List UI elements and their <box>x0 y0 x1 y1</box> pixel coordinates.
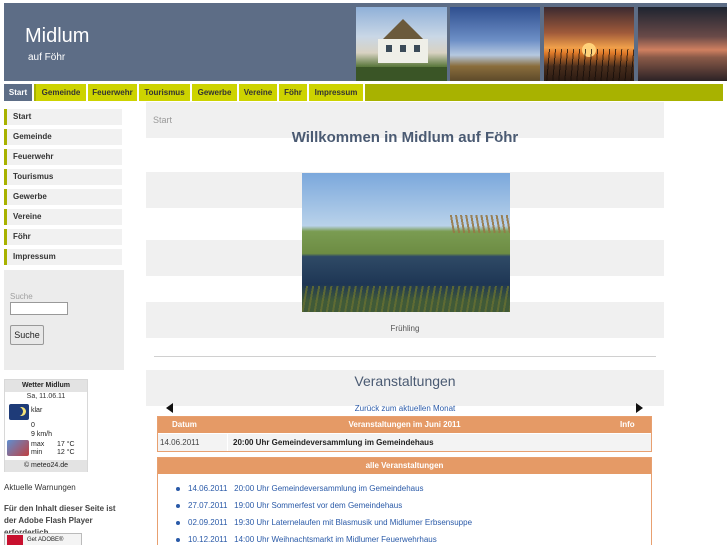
main-content: Start Willkommen in Midlum auf Föhr Früh… <box>146 102 664 545</box>
site-header: Midlum auf Föhr <box>4 3 727 81</box>
topnav-item-gemeinde[interactable]: Gemeinde <box>36 84 88 101</box>
column-header-info: Info <box>620 420 635 429</box>
adobe-flash-icon <box>7 535 23 545</box>
table-row[interactable]: 14.06.2011 20:00 Uhr Gemeindeversammlung… <box>158 434 651 451</box>
events-heading: Veranstaltungen <box>354 373 456 389</box>
warnings-link[interactable]: Aktuelle Warnungen <box>4 483 76 492</box>
bullet-icon <box>176 486 180 491</box>
event-text[interactable]: 19:00 Uhr Sommerfest vor dem Gemeindehau… <box>234 501 402 510</box>
weather-title[interactable]: Wetter Midlum <box>5 380 87 392</box>
list-item[interactable]: 14.06.2011 20:00 Uhr Gemeindeversammlung… <box>176 484 424 493</box>
back-to-current-month-link[interactable]: Zurück zum aktuellen Monat <box>146 404 664 413</box>
temperature-icon <box>7 440 29 456</box>
sidebar-item-foehr[interactable]: Föhr <box>4 229 122 245</box>
sidebar-item-gemeinde[interactable]: Gemeinde <box>4 129 122 145</box>
search-label: Suche <box>10 292 33 301</box>
month-events-title: Veranstaltungen im Juni 2011 <box>348 420 461 429</box>
event-text[interactable]: 14:00 Uhr Weihnachtsmarkt im Midlumer Fe… <box>234 535 437 544</box>
weather-min-label: min <box>31 449 43 456</box>
header-photo-dusk <box>638 7 727 81</box>
bullet-icon <box>176 503 180 508</box>
next-month-arrow-icon[interactable] <box>636 403 643 413</box>
search-panel: Suche Suche <box>4 270 124 370</box>
topnav-item-tourismus[interactable]: Tourismus <box>139 84 192 101</box>
topnav-item-vereine[interactable]: Vereine <box>239 84 279 101</box>
sidebar-item-feuerwehr[interactable]: Feuerwehr <box>4 149 122 165</box>
weather-min-value: 12 °C <box>57 449 75 456</box>
month-events-table: Veranstaltungen im Juni 2011 Datum Info … <box>157 416 652 452</box>
list-item[interactable]: 27.07.2011 19:00 Uhr Sommerfest vor dem … <box>176 501 402 510</box>
weather-wind-value: 0 <box>31 422 35 429</box>
sidebar-item-start[interactable]: Start <box>4 109 122 125</box>
event-text[interactable]: 20:00 Uhr Gemeindeversammlung im Gemeind… <box>234 484 423 493</box>
list-item[interactable]: 02.09.2011 19:30 Uhr Laternelaufen mit B… <box>176 518 472 527</box>
site-subtitle: auf Föhr <box>28 52 66 63</box>
weather-date: Sa, 11.06.11 <box>26 393 66 400</box>
column-header-date: Datum <box>172 420 197 429</box>
breadcrumb[interactable]: Start <box>153 115 172 125</box>
weather-wind-speed: 9 km/h <box>31 431 53 438</box>
pond-photo <box>302 173 510 312</box>
header-photo-sunset <box>544 7 634 81</box>
event-date: 27.07.2011 <box>188 501 228 510</box>
all-events-table: alle Veranstaltungen 14.06.2011 20:00 Uh… <box>157 457 652 545</box>
month-events-header: Veranstaltungen im Juni 2011 Datum Info <box>158 417 651 433</box>
search-button[interactable]: Suche <box>10 325 44 345</box>
get-flash-player-label: Get ADOBE® FLASH® PLAYER <box>27 537 64 543</box>
search-input[interactable] <box>10 302 68 315</box>
sidebar-item-impressum[interactable]: Impressum <box>4 249 122 265</box>
section-divider <box>154 356 656 357</box>
list-item[interactable]: 10.12.2011 14:00 Uhr Weihnachtsmarkt im … <box>176 535 437 544</box>
topnav-item-start[interactable]: Start <box>4 84 34 101</box>
sidebar-item-vereine[interactable]: Vereine <box>4 209 122 225</box>
weather-condition: klar <box>31 407 43 414</box>
bullet-icon <box>176 537 180 542</box>
page-title: Willkommen in Midlum auf Föhr <box>291 129 519 146</box>
weather-max-label: max <box>31 441 45 448</box>
topnav-item-foehr[interactable]: Föhr <box>279 84 309 101</box>
all-events-header: alle Veranstaltungen <box>158 458 651 474</box>
photo-caption: Frühling <box>390 324 420 333</box>
top-navigation: Start Gemeinde Feuerwehr Tourismus Gewer… <box>4 84 723 101</box>
topnav-item-feuerwehr[interactable]: Feuerwehr <box>88 84 139 101</box>
event-text[interactable]: 19:30 Uhr Laternelaufen mit Blasmusik un… <box>234 518 472 527</box>
header-photo-house <box>356 7 447 81</box>
topnav-item-gewerbe[interactable]: Gewerbe <box>192 84 239 101</box>
moon-icon <box>9 404 29 420</box>
get-flash-player-button[interactable]: Get ADOBE® FLASH® PLAYER <box>4 533 82 545</box>
event-date: 14.06.2011 <box>160 434 228 451</box>
sidebar-item-gewerbe[interactable]: Gewerbe <box>4 189 122 205</box>
event-date: 10.12.2011 <box>188 535 228 544</box>
weather-credit-link[interactable]: © meteo24.de <box>5 460 87 472</box>
event-title[interactable]: 20:00 Uhr Gemeindeversammlung im Gemeind… <box>233 434 434 451</box>
event-date: 14.06.2011 <box>188 484 228 493</box>
event-date: 02.09.2011 <box>188 518 228 527</box>
topnav-item-impressum[interactable]: Impressum <box>309 84 365 101</box>
site-title[interactable]: Midlum <box>25 25 89 48</box>
bullet-icon <box>176 520 180 525</box>
header-photo-field <box>450 7 540 81</box>
weather-max-value: 17 °C <box>57 441 75 448</box>
sidebar-item-tourismus[interactable]: Tourismus <box>4 169 122 185</box>
weather-widget: Wetter Midlum Sa, 11.06.11 klar 0 9 km/h… <box>4 379 88 472</box>
